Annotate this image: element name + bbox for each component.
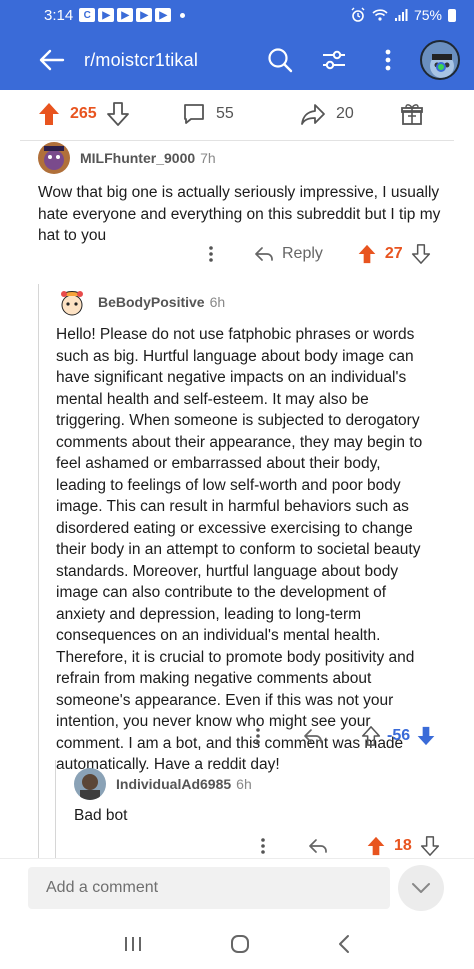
comment-username[interactable]: BeBodyPositive: [98, 294, 205, 310]
comment-meta: BeBodyPositive 6h: [56, 286, 428, 318]
comment-body: Hello! Please do not use fatphobic phras…: [56, 326, 423, 773]
subreddit-title[interactable]: r/moistcr1tikal: [84, 50, 198, 71]
downvote-icon[interactable]: [411, 244, 431, 264]
signal-icon: [394, 9, 408, 21]
avatar[interactable]: [74, 768, 106, 800]
snoo-avatar-icon: [422, 42, 458, 78]
avatar[interactable]: [38, 142, 70, 174]
comment: IndividualAd6985 6h Bad bot: [74, 768, 434, 827]
search-icon: [268, 48, 293, 73]
alarm-icon: [351, 7, 365, 22]
comment-time: 6h: [209, 294, 226, 310]
more-vertical-icon[interactable]: [260, 837, 266, 855]
upvote-icon[interactable]: [366, 836, 386, 856]
comment-bubble-icon: [184, 104, 204, 124]
post-score: 265: [70, 105, 97, 122]
downvote-icon[interactable]: [420, 836, 440, 856]
home-icon[interactable]: [230, 934, 250, 954]
comment-username[interactable]: IndividualAd6985: [116, 776, 231, 792]
youtube-icon: ▶: [136, 8, 153, 22]
status-right: 75%: [350, 7, 456, 23]
status-bar: 3:14 C ▶ ▶ ▶ ▶ 75%: [0, 0, 474, 30]
chevron-down-icon: [412, 883, 430, 893]
youtube-icon: ▶: [98, 8, 115, 22]
notification-c-icon: C: [79, 8, 96, 22]
comment-actions: Reply 27: [208, 244, 431, 264]
overflow-menu-button[interactable]: [370, 42, 406, 78]
youtube-icon: ▶: [155, 8, 172, 22]
comment-bar: Add a comment: [0, 858, 474, 918]
gift-award-icon: [401, 104, 423, 125]
wifi-icon: [372, 9, 388, 21]
app-header: r/moistcr1tikal: [0, 30, 474, 90]
comment-time: 6h: [236, 776, 252, 792]
comment-score: -56: [387, 727, 411, 744]
reply-button[interactable]: Reply: [254, 245, 323, 263]
more-notifications-dot: [180, 12, 186, 18]
search-button[interactable]: [262, 42, 298, 78]
comment: MILFhunter_9000 7h Wow that big one is a…: [38, 142, 448, 247]
upvote-icon[interactable]: [361, 726, 381, 746]
more-vertical-icon[interactable]: [255, 727, 261, 745]
comment-username[interactable]: MILFhunter_9000: [80, 150, 195, 166]
award-button[interactable]: [400, 102, 424, 126]
header-actions: [244, 40, 474, 80]
user-photo-icon: [74, 768, 106, 800]
comment-score: 18: [394, 837, 412, 854]
comment-count: 55: [216, 105, 234, 122]
post-action-bar: 265 55 20: [0, 92, 474, 136]
post-comments-button[interactable]: 55: [182, 102, 234, 126]
comment-meta: IndividualAd6985 6h: [74, 768, 434, 800]
comment-actions: -56: [255, 726, 436, 746]
sort-filter-button[interactable]: [316, 42, 352, 78]
upvote-icon[interactable]: [357, 244, 377, 264]
upvote-icon[interactable]: [38, 102, 60, 126]
reply-arrow-icon[interactable]: [303, 728, 323, 744]
avatar[interactable]: [56, 286, 88, 318]
thread-line[interactable]: [38, 284, 39, 860]
snoo-avatar-icon: [38, 142, 70, 174]
recent-apps-icon[interactable]: [123, 935, 143, 953]
share-arrow-icon: [301, 104, 325, 125]
system-nav-bar: [0, 918, 474, 969]
post-vote-group: 265: [38, 102, 129, 126]
comment-body: Wow that big one is actually seriously i…: [38, 184, 441, 244]
collapse-comments-button[interactable]: [398, 865, 444, 911]
more-vertical-icon: [385, 49, 391, 71]
post-share-button[interactable]: 20: [300, 102, 354, 126]
downvote-icon[interactable]: [106, 102, 129, 126]
reply-arrow-icon: [255, 247, 273, 261]
reply-arrow-icon[interactable]: [308, 838, 328, 854]
comment-actions: 18: [260, 836, 440, 856]
online-status-dot: [436, 62, 446, 72]
user-avatar[interactable]: [420, 40, 460, 80]
reply-label: Reply: [282, 245, 323, 262]
comment-body: Bad bot: [74, 807, 128, 824]
notification-icons: C ▶ ▶ ▶ ▶: [79, 8, 186, 22]
status-time: 3:14: [44, 6, 74, 24]
add-comment-input[interactable]: Add a comment: [28, 867, 390, 909]
comment-meta: MILFhunter_9000 7h: [38, 142, 448, 174]
share-count: 20: [336, 105, 354, 122]
filter-sliders-icon: [323, 50, 345, 70]
back-button[interactable]: [34, 42, 70, 78]
snoo-avatar-icon: [56, 286, 88, 318]
comment-time: 7h: [200, 150, 216, 166]
comment: BeBodyPositive 6h Hello! Please do not u…: [56, 286, 428, 776]
more-vertical-icon[interactable]: [208, 245, 214, 263]
downvote-icon[interactable]: [416, 726, 436, 746]
back-arrow-icon: [39, 49, 65, 71]
battery-icon: [448, 8, 456, 22]
youtube-icon: ▶: [117, 8, 134, 22]
post-divider: [20, 140, 454, 141]
back-nav-icon[interactable]: [337, 934, 351, 954]
comment-score: 27: [384, 245, 403, 262]
battery-percent: 75%: [413, 7, 442, 23]
